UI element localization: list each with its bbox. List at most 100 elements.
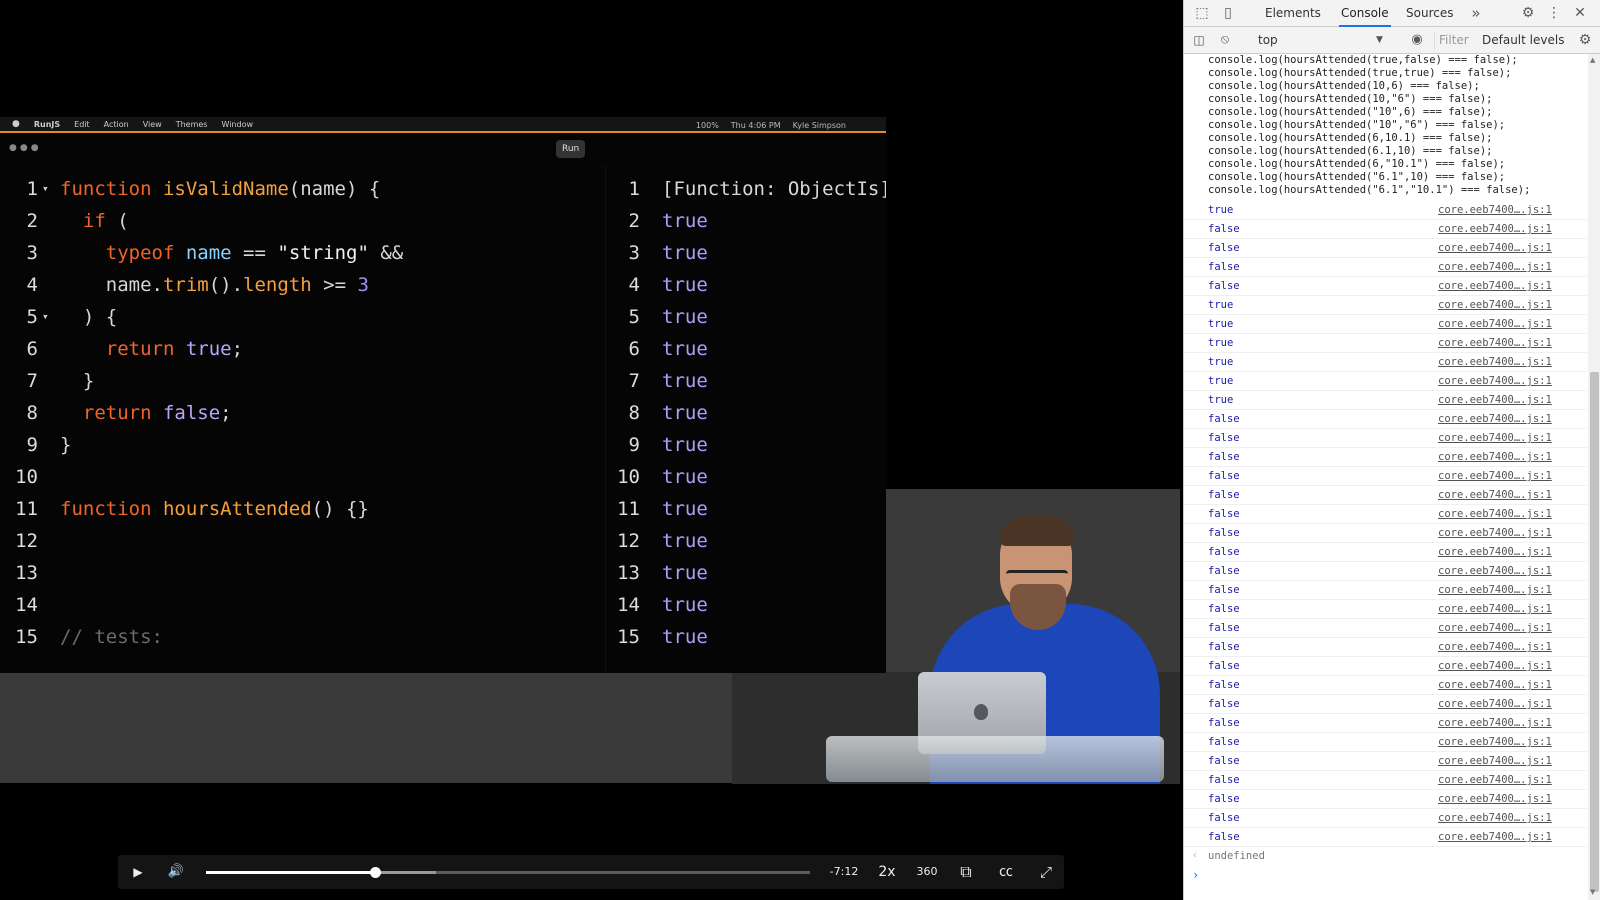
console-source-link[interactable]: core.eeb7400….js:1: [1438, 261, 1552, 273]
picture-in-picture-icon[interactable]: ⧉: [952, 855, 980, 889]
scroll-down-icon[interactable]: ▼: [1590, 888, 1595, 896]
inspect-element-icon[interactable]: ⬚: [1194, 5, 1210, 21]
fullscreen-icon[interactable]: ⤢: [1032, 855, 1060, 889]
console-source-link[interactable]: core.eeb7400….js:1: [1438, 413, 1552, 425]
video-player[interactable]: ● RunJS Edit Action View Themes Window 100% Thu…: [0, 0, 1180, 900]
device-toolbar-icon[interactable]: ▯: [1220, 5, 1236, 21]
console-log-value: false: [1208, 812, 1240, 824]
code-token: &&: [368, 242, 404, 264]
console-source-link[interactable]: core.eeb7400….js:1: [1438, 717, 1552, 729]
console-source-link[interactable]: core.eeb7400….js:1: [1438, 603, 1552, 615]
tab-elements[interactable]: Elements: [1263, 0, 1323, 27]
video-controls: ▶ 🔊 -7:12 2x 360 ⧉ ㏄ ⤢: [118, 855, 1064, 889]
play-icon[interactable]: ▶: [126, 855, 150, 889]
quality-button[interactable]: 360: [910, 855, 944, 889]
console-source-link[interactable]: core.eeb7400….js:1: [1438, 831, 1552, 843]
clear-console-icon[interactable]: ⦸: [1217, 32, 1233, 48]
console-prompt[interactable]: ›: [1184, 866, 1587, 885]
code-line: 5 ▾ ) {: [0, 301, 600, 333]
console-source-link[interactable]: core.eeb7400….js:1: [1438, 508, 1552, 520]
console-source-link[interactable]: core.eeb7400….js:1: [1438, 375, 1552, 387]
scrollbar-thumb[interactable]: [1590, 372, 1599, 892]
console-log-row: true core.eeb7400….js:1: [1184, 201, 1587, 220]
live-expression-eye-icon[interactable]: ◉: [1409, 32, 1425, 48]
tab-console[interactable]: Console: [1339, 0, 1391, 27]
console-source-link[interactable]: core.eeb7400….js:1: [1438, 223, 1552, 235]
console-source-link[interactable]: core.eeb7400….js:1: [1438, 755, 1552, 767]
kebab-menu-icon[interactable]: ⋮: [1546, 5, 1562, 21]
console-source-link[interactable]: core.eeb7400….js:1: [1438, 204, 1552, 216]
filter-input[interactable]: Filter: [1434, 31, 1470, 50]
console-source-link[interactable]: core.eeb7400….js:1: [1438, 774, 1552, 786]
console-source-link[interactable]: core.eeb7400….js:1: [1438, 812, 1552, 824]
console-source-link[interactable]: core.eeb7400….js:1: [1438, 641, 1552, 653]
console-log-value: false: [1208, 831, 1240, 843]
console-source-link[interactable]: core.eeb7400….js:1: [1438, 318, 1552, 330]
console-source-link[interactable]: core.eeb7400….js:1: [1438, 394, 1552, 406]
console-source-link[interactable]: core.eeb7400….js:1: [1438, 736, 1552, 748]
line-number: 6: [26, 338, 38, 360]
fold-arrow-icon[interactable]: ▾: [42, 173, 49, 205]
seek-handle[interactable]: [370, 867, 382, 878]
console-settings-gear-icon[interactable]: ⚙: [1577, 32, 1593, 48]
more-tabs-icon[interactable]: »: [1468, 5, 1484, 21]
code-token: ;: [220, 402, 232, 424]
code-token: (name) {: [288, 178, 381, 200]
console-source-link[interactable]: core.eeb7400….js:1: [1438, 546, 1552, 558]
console-log-row: true core.eeb7400….js:1: [1184, 296, 1587, 315]
console-source-link[interactable]: core.eeb7400….js:1: [1438, 489, 1552, 501]
console-source-link[interactable]: core.eeb7400….js:1: [1438, 527, 1552, 539]
console-source-link[interactable]: core.eeb7400….js:1: [1438, 679, 1552, 691]
code-text: typeof name == "string" &&: [60, 237, 403, 269]
console-scrollbar[interactable]: ▲ ▼: [1588, 54, 1600, 900]
context-select[interactable]: top: [1254, 31, 1384, 50]
console-return-row: ‹ undefined: [1184, 847, 1587, 866]
output-value: [Function: ObjectIs]: [662, 178, 886, 200]
console-source-link[interactable]: core.eeb7400….js:1: [1438, 584, 1552, 596]
console-output[interactable]: console.log(hoursAttended(true,false) ==…: [1184, 54, 1587, 900]
console-log-value: false: [1208, 736, 1240, 748]
code-token: "string": [277, 242, 369, 264]
sidebar-toggle-icon[interactable]: ◫: [1191, 32, 1207, 48]
code-line: 9}: [0, 429, 600, 461]
log-levels-dropdown[interactable]: Default levels: [1482, 31, 1564, 50]
console-command-line: console.log(hoursAttended(10,"6") === fa…: [1208, 93, 1493, 105]
playback-speed-button[interactable]: 2x: [872, 855, 902, 889]
output-value: true: [662, 274, 708, 296]
console-source-link[interactable]: core.eeb7400….js:1: [1438, 280, 1552, 292]
close-devtools-icon[interactable]: ✕: [1572, 5, 1588, 21]
console-log-row: false core.eeb7400….js:1: [1184, 695, 1587, 714]
console-source-link[interactable]: core.eeb7400….js:1: [1438, 432, 1552, 444]
console-log-row: false core.eeb7400….js:1: [1184, 638, 1587, 657]
console-source-link[interactable]: core.eeb7400….js:1: [1438, 356, 1552, 368]
scroll-up-icon[interactable]: ▲: [1590, 56, 1595, 64]
closed-captions-icon[interactable]: ㏄: [992, 855, 1020, 889]
console-source-link[interactable]: core.eeb7400….js:1: [1438, 337, 1552, 349]
console-log-row: true core.eeb7400….js:1: [1184, 315, 1587, 334]
volume-icon[interactable]: 🔊: [164, 855, 188, 889]
console-log-value: false: [1208, 565, 1240, 577]
console-source-link[interactable]: core.eeb7400….js:1: [1438, 242, 1552, 254]
console-source-link[interactable]: core.eeb7400….js:1: [1438, 660, 1552, 672]
console-source-link[interactable]: core.eeb7400….js:1: [1438, 451, 1552, 463]
console-log-value: false: [1208, 242, 1240, 254]
code-token: if: [82, 210, 106, 232]
settings-gear-icon[interactable]: ⚙: [1520, 5, 1536, 21]
line-number: 7: [26, 370, 38, 392]
code-line: 10: [0, 461, 600, 493]
console-source-link[interactable]: core.eeb7400….js:1: [1438, 698, 1552, 710]
console-log-value: false: [1208, 489, 1240, 501]
console-source-link[interactable]: core.eeb7400….js:1: [1438, 793, 1552, 805]
console-log-row: false core.eeb7400….js:1: [1184, 828, 1587, 847]
console-source-link[interactable]: core.eeb7400….js:1: [1438, 470, 1552, 482]
seek-bar[interactable]: [206, 867, 810, 878]
console-source-link[interactable]: core.eeb7400….js:1: [1438, 622, 1552, 634]
run-button: Run: [556, 140, 586, 158]
code-line: 15 // tests:: [0, 621, 600, 653]
tab-sources[interactable]: Sources: [1404, 0, 1455, 27]
console-source-link[interactable]: core.eeb7400….js:1: [1438, 299, 1552, 311]
fold-arrow-icon[interactable]: ▾: [42, 301, 49, 333]
chevron-down-icon[interactable]: ▼: [1376, 31, 1383, 50]
output-value: true: [662, 434, 708, 456]
console-source-link[interactable]: core.eeb7400….js:1: [1438, 565, 1552, 577]
